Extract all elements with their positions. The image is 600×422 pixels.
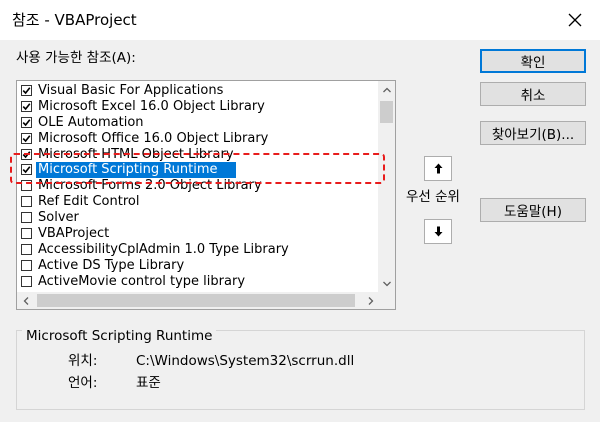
reference-list-item[interactable]: Microsoft Scripting Runtime xyxy=(17,162,379,179)
reference-checkbox[interactable] xyxy=(21,196,32,208)
reference-list-item[interactable]: ActiveMovie control type library xyxy=(17,274,379,290)
chevron-down-icon xyxy=(382,281,391,286)
chevron-right-icon xyxy=(368,296,373,305)
reference-list-item[interactable]: OLE Automation xyxy=(17,115,379,131)
close-button[interactable] xyxy=(560,6,590,34)
reference-label: Ref Edit Control xyxy=(38,194,140,210)
reference-label: Microsoft HTML Object Library xyxy=(38,146,234,162)
reference-list-item[interactable]: VBAProject xyxy=(17,226,379,242)
checkmark-icon xyxy=(22,166,31,174)
priority-up-button[interactable] xyxy=(424,156,452,181)
reference-list-item[interactable]: Solver xyxy=(17,210,379,226)
reference-checkbox[interactable] xyxy=(21,275,32,287)
reference-checkbox[interactable] xyxy=(21,148,32,160)
language-key: 언어: xyxy=(68,375,98,391)
checkmark-icon xyxy=(22,119,31,126)
reference-checkbox[interactable] xyxy=(21,180,32,192)
reference-checkbox[interactable] xyxy=(21,116,32,128)
reference-label: Microsoft Scripting Runtime xyxy=(36,162,236,179)
scroll-down-button[interactable] xyxy=(378,275,395,292)
reference-list-item[interactable]: Ref Edit Control xyxy=(17,194,379,210)
checkmark-icon xyxy=(22,87,31,95)
priority-down-button[interactable] xyxy=(424,219,452,244)
scroll-right-button[interactable] xyxy=(362,292,379,309)
reference-label: Solver xyxy=(38,210,79,226)
cancel-button[interactable]: 취소 xyxy=(480,82,586,106)
scroll-left-button[interactable] xyxy=(17,292,34,309)
ok-button[interactable]: 확인 xyxy=(480,49,586,73)
reference-checkbox[interactable] xyxy=(21,228,32,240)
reference-list-item[interactable]: Adobe Photoshop CS6 Object Library xyxy=(17,290,379,291)
reference-label: AccessibilityCplAdmin 1.0 Type Library xyxy=(38,241,289,257)
references-listbox[interactable]: Visual Basic For Applications Microsoft E… xyxy=(16,80,396,310)
reference-label: Microsoft Office 16.0 Object Library xyxy=(38,130,269,146)
reference-checkbox[interactable] xyxy=(21,243,32,255)
reference-checkbox[interactable] xyxy=(21,164,32,176)
reference-checkbox[interactable] xyxy=(21,132,32,144)
reference-checkbox[interactable] xyxy=(21,100,32,112)
available-references-label: 사용 가능한 참조(A): xyxy=(16,50,136,66)
checkmark-icon xyxy=(22,150,31,158)
reference-label: OLE Automation xyxy=(38,114,144,130)
horizontal-scroll-thumb[interactable] xyxy=(37,294,355,307)
chevron-up-icon xyxy=(382,87,391,92)
title-bar: 참조 - VBAProject xyxy=(0,0,600,40)
reference-checkbox[interactable] xyxy=(21,212,32,224)
arrow-down-icon xyxy=(434,226,442,237)
vertical-scrollbar[interactable] xyxy=(378,81,395,292)
vertical-scroll-thumb[interactable] xyxy=(380,101,393,123)
reference-list-item[interactable]: Microsoft Forms 2.0 Object Library xyxy=(17,178,379,194)
scroll-up-button[interactable] xyxy=(378,81,395,98)
reference-checkbox[interactable] xyxy=(21,259,32,271)
reference-checkbox[interactable] xyxy=(21,85,32,96)
reference-list-item[interactable]: Microsoft Excel 16.0 Object Library xyxy=(17,99,379,115)
reference-label: Microsoft Forms 2.0 Object Library xyxy=(38,178,262,194)
chevron-left-icon xyxy=(23,296,28,305)
checkmark-icon xyxy=(22,134,31,142)
references-list: Visual Basic For Applications Microsoft E… xyxy=(17,83,379,291)
arrow-up-icon xyxy=(434,163,442,174)
reference-list-item[interactable]: AccessibilityCplAdmin 1.0 Type Library xyxy=(17,242,379,258)
reference-list-item[interactable]: Microsoft Office 16.0 Object Library xyxy=(17,131,379,147)
reference-info-title: Microsoft Scripting Runtime xyxy=(22,327,217,345)
reference-list-item[interactable]: Microsoft HTML Object Library xyxy=(17,147,379,163)
reference-label: Active DS Type Library xyxy=(38,257,185,273)
reference-label: Microsoft Excel 16.0 Object Library xyxy=(38,98,265,114)
help-button[interactable]: 도움말(H) xyxy=(480,198,586,222)
reference-label: Visual Basic For Applications xyxy=(38,83,224,98)
reference-label: ActiveMovie control type library xyxy=(38,273,246,289)
location-value: C:\Windows\System32\scrrun.dll xyxy=(136,353,355,369)
priority-label: 우선 순위 xyxy=(406,189,460,205)
language-value: 표준 xyxy=(136,375,161,391)
reference-list-item[interactable]: Visual Basic For Applications xyxy=(17,83,379,99)
browse-button[interactable]: 찾아보기(B)... xyxy=(480,121,586,145)
checkmark-icon xyxy=(22,103,31,111)
reference-list-item[interactable]: Active DS Type Library xyxy=(17,258,379,274)
window-title: 참조 - VBAProject xyxy=(12,11,137,29)
reference-label: VBAProject xyxy=(38,226,110,242)
reference-label: Adobe Photoshop CS6 Object Library xyxy=(36,290,279,291)
scrollbar-corner xyxy=(378,292,395,309)
location-key: 위치: xyxy=(68,353,98,369)
close-icon xyxy=(568,13,582,27)
horizontal-scrollbar[interactable] xyxy=(17,292,379,309)
